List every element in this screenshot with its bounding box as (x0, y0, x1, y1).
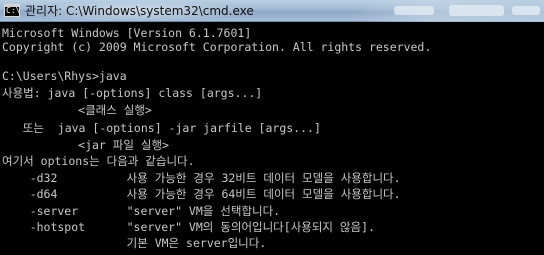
blurred-region (512, 6, 540, 15)
console-line: <클래스 실행> (2, 103, 152, 117)
console-line: Microsoft Windows [Version 6.1.7601] (2, 26, 252, 40)
blurred-region (394, 6, 434, 15)
console-line: 여기서 options는 다음과 같습니다. (2, 154, 195, 168)
console-line: 기본 VM은 server입니다. (2, 236, 267, 250)
console-line: -d32 사용 가능한 경우 32비트 데이터 모델을 사용합니다. (2, 171, 401, 185)
cmd-app-icon[interactable]: C:\ (4, 4, 20, 17)
console-line: Copyright (c) 2009 Microsoft Corporation… (2, 40, 432, 54)
window-controls-blurred (354, 0, 544, 22)
cmd-window: C:\ 관리자: C:\Windows\system32\cmd.exe Mic… (0, 0, 544, 255)
title-bar[interactable]: C:\ 관리자: C:\Windows\system32\cmd.exe (0, 0, 544, 22)
window-title: 관리자: C:\Windows\system32\cmd.exe (25, 4, 254, 18)
console-line: <jar 파일 실행> (2, 138, 169, 152)
console-line: -hotspot "server" VM의 동의어입니다[사용되지 않음]. (2, 220, 375, 234)
console-line: -server "server" VM을 선택합니다. (2, 204, 281, 218)
console-line: -d64 사용 가능한 경우 64비트 데이터 모델을 사용합니다. (2, 187, 401, 201)
console-line: 또는 java [-options] -jar jarfile [args...… (2, 121, 321, 135)
console-line: C:\Users\Rhys>java (2, 69, 127, 83)
console-line: 사용법: java [-options] class [args...] (2, 86, 263, 100)
cmd-app-icon-text: C:\ (6, 6, 20, 15)
blurred-region (449, 5, 504, 16)
console-output[interactable]: Microsoft Windows [Version 6.1.7601] Cop… (0, 22, 544, 255)
